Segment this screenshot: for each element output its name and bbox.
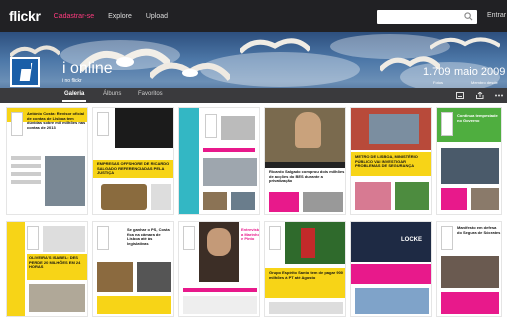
- thumbnail-headline: EMPRESAS OFFSHORE DE RICARDO SALGADO REF…: [97, 161, 170, 175]
- photo-thumbnail[interactable]: Ricardo Salgado comprou dois milhões de …: [264, 107, 346, 215]
- photo-thumbnail[interactable]: Se ganhar o PS, Costa fica na câmara de …: [92, 221, 174, 317]
- photo-thumbnail[interactable]: LOCKE: [350, 221, 432, 317]
- slideshow-icon[interactable]: [456, 92, 464, 99]
- photos-label: Fotos: [433, 80, 444, 85]
- flickr-logo[interactable]: flickr: [9, 8, 41, 24]
- share-icon[interactable]: [476, 92, 484, 99]
- photo-thumbnail[interactable]: Continua tempestade no Governo: [436, 107, 502, 215]
- thumbnail-headline: Manifesto em defesa do Segura de Sócrate…: [457, 225, 501, 235]
- photo-thumbnail[interactable]: Manifesto em defesa do Segura de Sócrate…: [436, 221, 502, 317]
- thumbnail-headline: Grupo Espírito Santo tem de pagar 900 mi…: [269, 270, 344, 280]
- joined-date: maio 2009: [454, 66, 506, 78]
- thumbnail-headline: METRO DE LISBOA, MINISTÉRIO PÚBLICO VAI …: [355, 154, 418, 168]
- search-icon[interactable]: [464, 12, 473, 21]
- photo-thumbnail[interactable]: Entrevista a Marinho e Pinto: [178, 221, 260, 317]
- photo-thumbnail[interactable]: OLIVEIRA'S ISABEL: DES PERDE 20 MILHÕES …: [6, 221, 88, 317]
- photo-grid: António Costa: Revisor oficial de contas…: [6, 107, 502, 317]
- seagull-image: [240, 38, 310, 54]
- thumbnail-headline: LOCKE: [401, 237, 422, 243]
- photos-count: 1.709: [423, 66, 451, 78]
- photo-thumbnail[interactable]: METRO DE LISBOA, MINISTÉRIO PÚBLICO VAI …: [350, 107, 432, 215]
- seagull-image: [430, 37, 500, 50]
- active-tab-indicator: [62, 100, 86, 102]
- thumbnail-headline: António Costa: Revisor oficial de contas…: [27, 111, 86, 130]
- profile-avatar[interactable]: [10, 57, 40, 87]
- thumbnail-headline: Se ganhar o PS, Costa fica na câmara de …: [127, 227, 170, 246]
- explore-link[interactable]: Explore: [108, 13, 132, 20]
- photo-thumbnail[interactable]: Grupo Espírito Santo tem de pagar 900 mi…: [264, 221, 346, 317]
- upload-link[interactable]: Upload: [146, 13, 168, 20]
- tab-albuns[interactable]: Álbuns: [103, 91, 121, 97]
- photo-thumbnail[interactable]: António Costa: Revisor oficial de contas…: [6, 107, 88, 215]
- thumbnail-headline: Entrevista a Marinho e Pinto: [241, 227, 260, 241]
- joined-label: Membro desde: [471, 80, 498, 85]
- tab-galeria[interactable]: Galeria: [64, 91, 84, 97]
- signup-link[interactable]: Cadastrar-se: [54, 13, 94, 20]
- photo-thumbnail[interactable]: EMPRESAS OFFSHORE DE RICARDO SALGADO REF…: [92, 107, 174, 215]
- photo-thumbnail[interactable]: [178, 107, 260, 215]
- thumbnail-headline: Ricardo Salgado comprou dois milhões de …: [269, 169, 345, 183]
- thumbnail-headline: OLIVEIRA'S ISABEL: DES PERDE 20 MILHÕES …: [29, 255, 81, 269]
- search-input[interactable]: [377, 10, 477, 24]
- thumbnail-headline: Continua tempestade no Governo: [457, 113, 498, 123]
- signin-link[interactable]: Entrar: [487, 12, 506, 19]
- seagull-image: [150, 62, 230, 81]
- more-options-icon[interactable]: [495, 92, 503, 99]
- profile-name: i online: [62, 60, 113, 77]
- profile-handle: i no flickr: [62, 78, 82, 84]
- tab-favoritos[interactable]: Favoritos: [138, 91, 163, 97]
